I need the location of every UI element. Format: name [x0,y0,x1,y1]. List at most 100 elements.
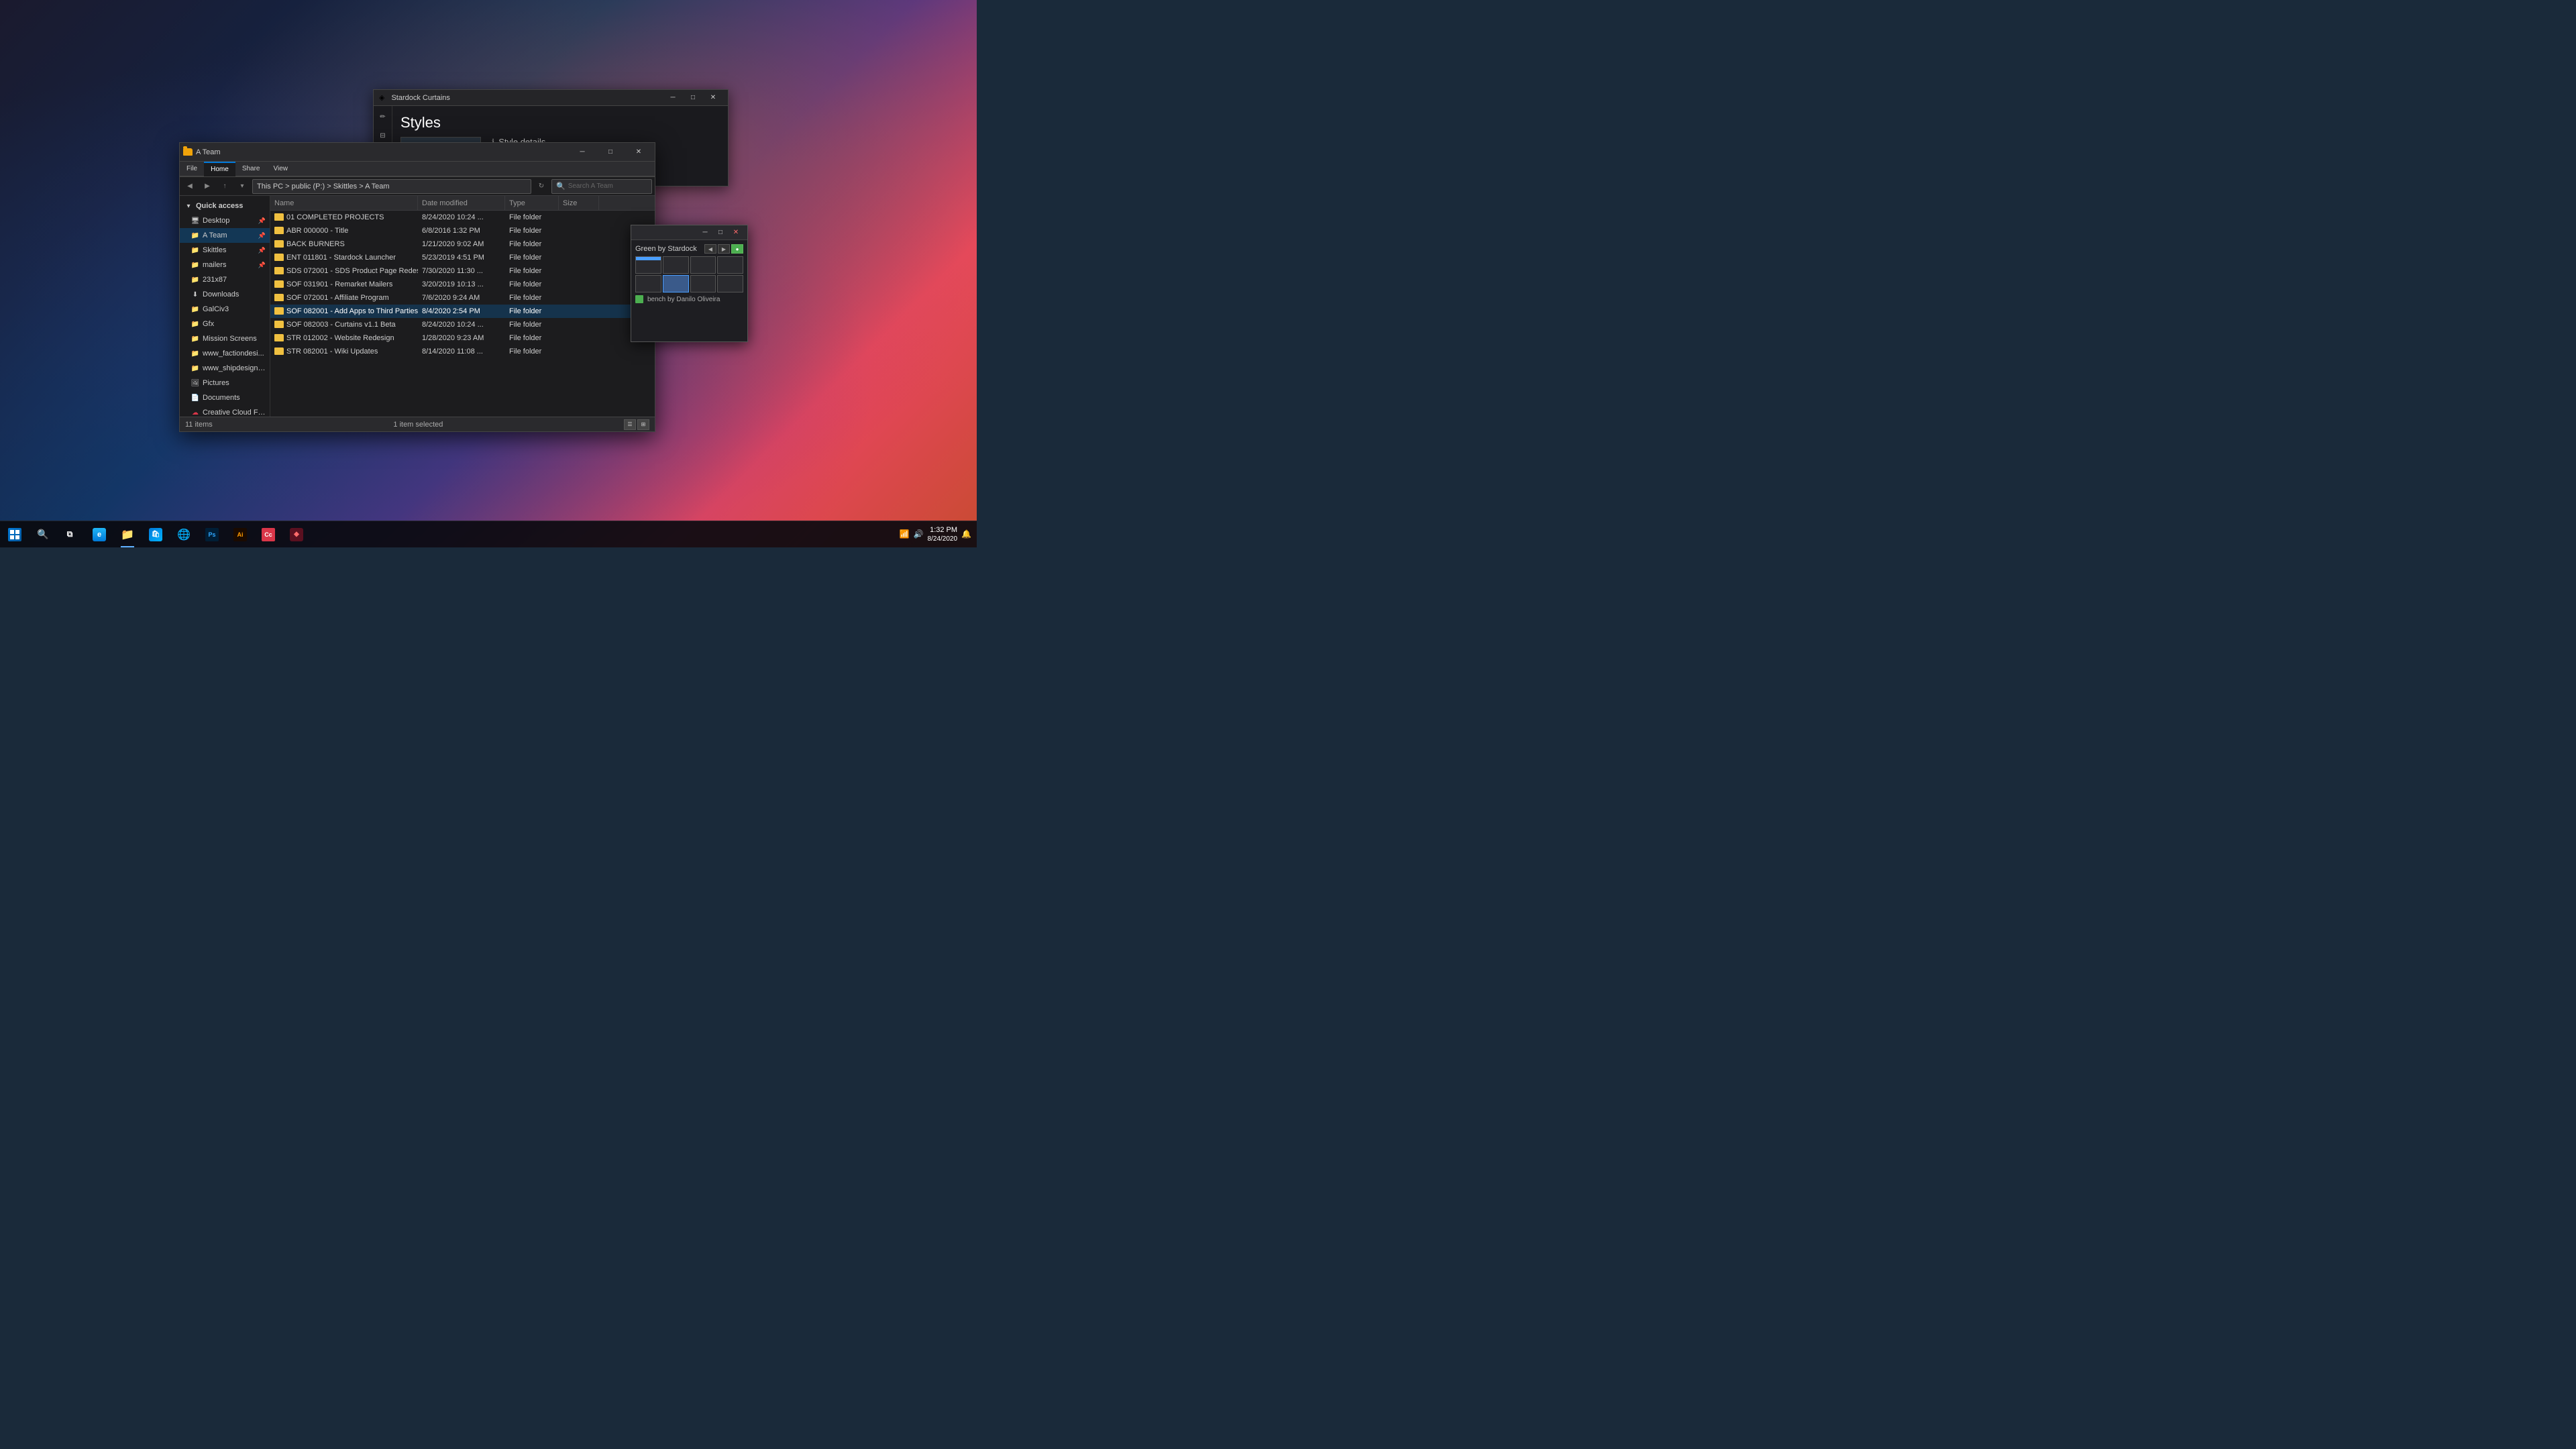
taskbar-photoshop[interactable]: Ps [199,522,225,547]
task-view-button[interactable]: ⧉ [56,522,83,547]
expand-icon: ▾ [184,201,193,211]
theme-maximize[interactable]: □ [713,227,728,239]
tiles-view-button[interactable]: ⊞ [637,419,649,430]
cell-type: File folder [505,307,559,315]
folder-icon-faction: 📁 [191,349,200,358]
item-count: 11 items [185,421,213,429]
sidebar-item-downloads[interactable]: ⬇ Downloads [180,287,270,302]
refresh-button[interactable]: ↻ [534,179,549,194]
table-row[interactable]: ENT 011801 - Stardock Launcher 5/23/2019… [270,251,655,264]
taskbar-file-explorer[interactable]: 📁 [114,522,141,547]
theme-icon-3[interactable]: ● [731,244,743,254]
forward-button[interactable]: ▶ [200,179,215,194]
col-name[interactable]: Name [270,196,418,211]
stardock-edit-icon[interactable]: ✏ [375,109,391,125]
theme-content: Green by Stardock ◀ ▶ ● bench [631,240,747,307]
tab-share[interactable]: Share [235,162,267,176]
table-row[interactable]: ABR 000000 - Title 6/8/2016 1:32 PM File… [270,224,655,237]
theme-icon-2[interactable]: ▶ [718,244,730,254]
taskbar-clock[interactable]: 1:32 PM 8/24/2020 [928,525,958,543]
table-row[interactable]: 01 COMPLETED PROJECTS 8/24/2020 10:24 ..… [270,211,655,224]
preview-item-selected[interactable] [663,275,689,292]
stardock-minimize[interactable]: ─ [663,92,682,104]
tab-file[interactable]: File [180,162,204,176]
table-row[interactable]: STR 012002 - Website Redesign 1/28/2020 … [270,331,655,345]
taskbar-illustrator[interactable]: Ai [227,522,254,547]
theme-icon-1[interactable]: ◀ [704,244,716,254]
stardock-close[interactable]: ✕ [704,92,722,104]
sidebar-item-mailers[interactable]: 📁 mailers 📌 [180,258,270,272]
theme-close[interactable]: ✕ [729,227,743,239]
cell-type: File folder [505,240,559,248]
search-placeholder: Search A Team [568,182,613,190]
maximize-button[interactable]: □ [597,146,624,159]
folder-icon [274,294,284,301]
col-type[interactable]: Type [505,196,559,211]
col-size[interactable]: Size [559,196,599,211]
creative-cloud-icon: Cc [262,528,275,541]
notification-icon[interactable]: 🔔 [961,529,971,539]
breadcrumb-bar[interactable]: This PC > public (P:) > Skittles > A Tea… [252,179,531,194]
sidebar-item-mission-screens[interactable]: 📁 Mission Screens [180,331,270,346]
cell-name: BACK BURNERS [270,240,418,248]
sidebar-item-creative-cloud[interactable]: ☁ Creative Cloud Files [180,405,270,417]
recent-locations-button[interactable]: ▾ [235,179,250,194]
taskbar-chrome[interactable]: 🌐 [170,522,197,547]
preview-row-2 [635,275,743,292]
taskbar-edge[interactable]: e [86,522,113,547]
up-button[interactable]: ↑ [217,179,232,194]
download-icon: ⬇ [191,290,200,299]
details-view-button[interactable]: ☰ [624,419,636,430]
sidebar-item-gfx[interactable]: 📁 Gfx [180,317,270,331]
theme-window-controls: ─ □ ✕ [698,227,743,239]
folder-icon [274,347,284,355]
folder-icon-ateam: 📁 [191,231,200,240]
col-date[interactable]: Date modified [418,196,505,211]
sidebar-label-cc: Creative Cloud Files [203,409,266,417]
cell-type: File folder [505,347,559,356]
pin-icon-ateam: 📌 [258,232,266,239]
cell-date: 3/20/2019 10:13 ... [418,280,505,288]
cell-type: File folder [505,254,559,262]
sidebar-item-pictures[interactable]: 🖼 Pictures [180,376,270,390]
sidebar-item-documents[interactable]: 📄 Documents [180,390,270,405]
sidebar-item-ateam[interactable]: 📁 A Team 📌 [180,228,270,243]
table-row[interactable]: SOF 082003 - Curtains v1.1 Beta 8/24/202… [270,318,655,331]
table-row[interactable]: BACK BURNERS 1/21/2020 9:02 AM File fold… [270,237,655,251]
search-box[interactable]: 🔍 Search A Team [551,179,652,194]
cell-type: File folder [505,213,559,221]
sidebar-item-231x87[interactable]: 📁 231x87 [180,272,270,287]
minimize-button[interactable]: ─ [569,146,596,159]
pin-icon-skittles: 📌 [258,247,266,254]
tab-home[interactable]: Home [204,162,235,176]
table-row[interactable]: SDS 072001 - SDS Product Page Redesign 7… [270,264,655,278]
preview-item-1 [635,256,661,274]
back-button[interactable]: ◀ [182,179,197,194]
stardock-nav-icon[interactable]: ⊟ [375,127,391,144]
cell-name: SOF 072001 - Affiliate Program [270,294,418,302]
taskbar-unknown-app[interactable]: ◆ [283,522,310,547]
sidebar-item-shipdesign[interactable]: 📁 www_shipdesign_... [180,361,270,376]
table-row[interactable]: SOF 031901 - Remarket Mailers 3/20/2019 … [270,278,655,291]
sidebar-label-documents: Documents [203,394,240,402]
theme-minimize[interactable]: ─ [698,227,712,239]
close-button[interactable]: ✕ [625,146,652,159]
photoshop-icon: Ps [205,528,219,541]
sidebar-label-231x87: 231x87 [203,276,227,284]
taskbar-store[interactable]: 🛍 [142,522,169,547]
theme-name-text: Green by Stardock [635,245,697,253]
sidebar-item-skittles[interactable]: 📁 Skittles 📌 [180,243,270,258]
table-row[interactable]: STR 082001 - Wiki Updates 8/14/2020 11:0… [270,345,655,358]
tab-view[interactable]: View [267,162,295,176]
sidebar-item-galciv3[interactable]: 📁 GalCiv3 [180,302,270,317]
table-row[interactable]: SOF 082001 - Add Apps to Third Parties 8… [270,305,655,318]
preview-item-4 [717,256,743,274]
preview-item-3 [690,256,716,274]
table-row[interactable]: SOF 072001 - Affiliate Program 7/6/2020 … [270,291,655,305]
start-button[interactable] [0,522,30,547]
sidebar-item-factiondesign[interactable]: 📁 www_factiondesi... [180,346,270,361]
taskbar-creative-cloud[interactable]: Cc [255,522,282,547]
sidebar-item-desktop[interactable]: 🖥 Desktop 📌 [180,213,270,228]
search-button[interactable]: 🔍 [30,522,56,547]
stardock-maximize[interactable]: □ [684,92,702,104]
